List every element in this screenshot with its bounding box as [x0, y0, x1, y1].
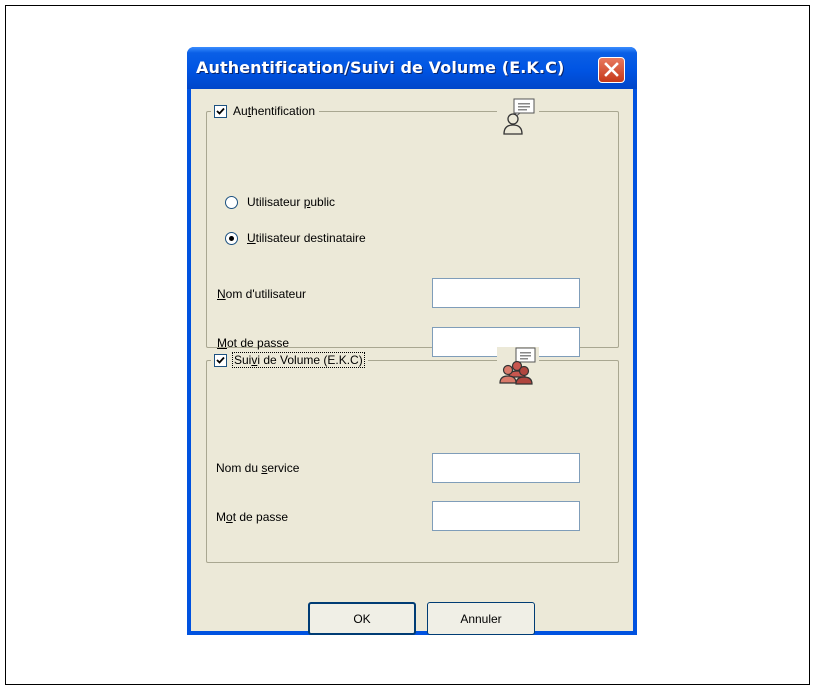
auth-tracking-dialog: Authentification/Suivi de Volume (E.K.C)…	[187, 47, 637, 635]
close-button[interactable]	[598, 57, 625, 83]
radio-public-user-button[interactable]	[225, 195, 238, 209]
authentication-group-header: Authentification	[211, 102, 320, 120]
volume-tracking-group-header: Suivi de Volume (E.K.C)	[211, 351, 368, 369]
user-chat-icon	[497, 98, 539, 136]
dialog-client-area: Authentification Utilisateur public Util…	[191, 89, 633, 635]
tracking-password-label: Mot de passe	[216, 510, 289, 524]
title-bar[interactable]: Authentification/Suivi de Volume (E.K.C)	[187, 47, 637, 89]
radio-public-user[interactable]: Utilisateur public	[225, 193, 335, 211]
tracking-password-input[interactable]	[432, 501, 580, 531]
dialog-title: Authentification/Suivi de Volume (E.K.C)	[196, 58, 565, 77]
username-label: Nom d'utilisateur	[217, 287, 306, 301]
radio-recipient-user-button[interactable]	[225, 231, 238, 245]
cancel-button[interactable]: Annuler	[427, 602, 535, 635]
volume-tracking-label[interactable]: Suivi de Volume (E.K.C)	[232, 352, 365, 368]
checkmark-icon	[216, 107, 225, 115]
service-name-label: Nom du service	[216, 461, 300, 475]
group-chat-icon	[497, 347, 539, 385]
checkmark-icon	[216, 356, 225, 364]
radio-public-user-label: Utilisateur public	[247, 195, 336, 209]
volume-tracking-checkbox[interactable]	[214, 353, 227, 367]
username-input[interactable]	[432, 278, 580, 308]
radio-recipient-user[interactable]: Utilisateur destinataire	[225, 229, 366, 247]
radio-recipient-user-label: Utilisateur destinataire	[247, 231, 366, 245]
auth-password-label: Mot de passe	[217, 336, 290, 350]
ok-button[interactable]: OK	[308, 602, 416, 635]
authentication-label[interactable]: Authentification	[233, 104, 315, 118]
service-name-input[interactable]	[432, 453, 580, 483]
authentication-checkbox[interactable]	[214, 104, 227, 118]
close-icon	[604, 62, 619, 77]
